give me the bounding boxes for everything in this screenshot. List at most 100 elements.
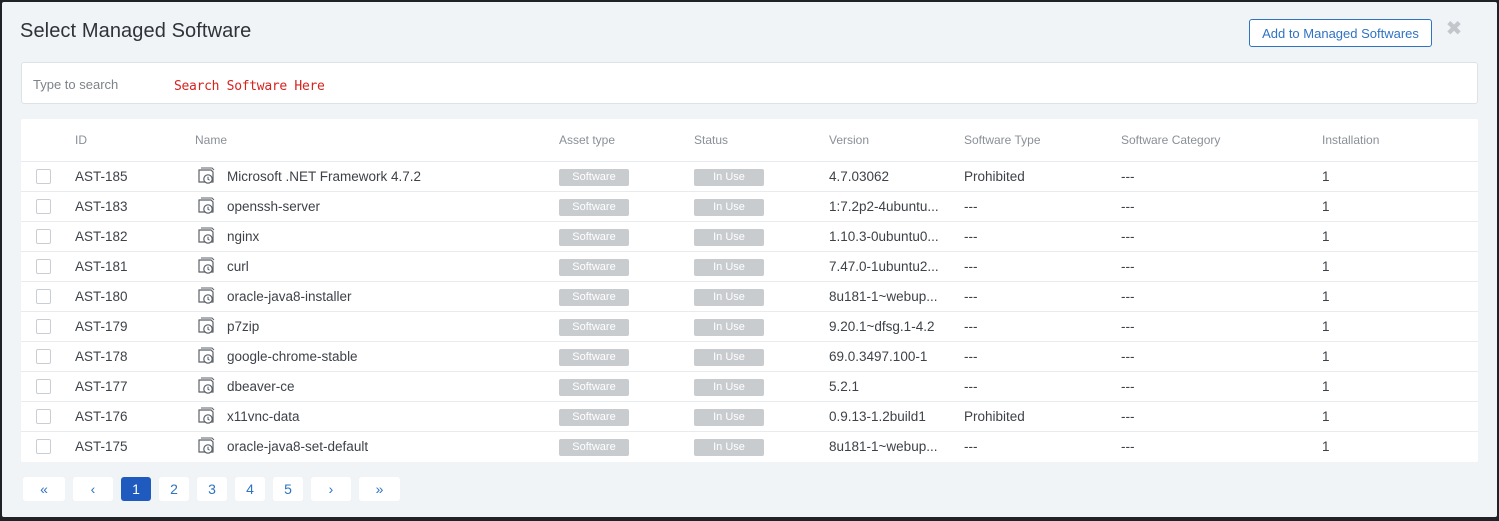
page-button-1[interactable]: 1 (121, 477, 151, 501)
cell-software-category: --- (1121, 191, 1322, 222)
cell-status: In Use (694, 281, 829, 312)
cell-status: In Use (694, 191, 829, 222)
cell-software-category: --- (1121, 439, 1135, 454)
page-button-3[interactable]: 3 (197, 477, 227, 501)
header-status[interactable]: Status (694, 119, 829, 162)
add-to-managed-softwares-button[interactable]: Add to Managed Softwares (1249, 19, 1432, 47)
next-page-button[interactable]: › (311, 477, 351, 501)
header-name[interactable]: Name (195, 119, 559, 162)
row-checkbox[interactable] (36, 289, 51, 305)
asset-type-badge: Software (559, 378, 629, 396)
row-select-cell (21, 281, 75, 312)
status-badge: In Use (694, 288, 764, 306)
cell-id: AST-177 (75, 371, 195, 402)
cell-status: In Use (694, 341, 829, 372)
software-package-icon (195, 166, 217, 187)
row-checkbox[interactable] (36, 229, 51, 245)
cell-version: 8u181-1~webup... (829, 439, 938, 454)
row-checkbox[interactable] (36, 319, 51, 335)
cell-status: In Use (694, 161, 829, 192)
software-name: p7zip (227, 319, 260, 334)
software-name: oracle-java8-installer (227, 289, 352, 304)
cell-asset-type: Software (559, 401, 694, 432)
cell-asset-type: Software (559, 432, 694, 462)
cell-id: AST-183 (75, 191, 195, 222)
cell-installation: 1 (1322, 439, 1330, 454)
cell-name: p7zip (195, 311, 559, 342)
cell-asset-type: Software (559, 281, 694, 312)
software-name: dbeaver-ce (227, 379, 295, 394)
asset-type-badge: Software (559, 168, 629, 186)
search-input[interactable] (31, 73, 165, 95)
table-row[interactable]: AST-175 oracle-java8-set-default Software I… (21, 432, 1478, 462)
table-row[interactable]: AST-176 x11vnc-data Software In Use 0.9.13-1… (21, 401, 1478, 432)
cell-installation: 1 (1322, 401, 1478, 432)
status-badge: In Use (694, 348, 764, 366)
header-version[interactable]: Version (829, 119, 964, 162)
row-checkbox[interactable] (36, 169, 51, 185)
table-row[interactable]: AST-185 Microsoft .NET Framework 4.7.2 Sof… (21, 161, 1478, 192)
cell-asset-type: Software (559, 341, 694, 372)
last-page-button[interactable]: » (359, 477, 400, 501)
cell-software-type: --- (964, 439, 978, 454)
cell-id: AST-185 (75, 161, 195, 192)
header-software-category[interactable]: Software Category (1121, 119, 1322, 162)
table-row[interactable]: AST-181 curl Software In Use 7.47.0-1ubuntu2… (21, 251, 1478, 282)
header-software-type[interactable]: Software Type (964, 119, 1121, 162)
cell-name: nginx (195, 221, 559, 252)
row-checkbox[interactable] (36, 379, 51, 395)
row-checkbox[interactable] (36, 349, 51, 365)
page-button-5[interactable]: 5 (273, 477, 303, 501)
software-table: ID Name Asset type Status Version Softwa… (21, 119, 1478, 462)
cell-status: In Use (694, 221, 829, 252)
row-checkbox[interactable] (36, 199, 51, 215)
software-package-icon (195, 316, 217, 337)
cell-name: curl (195, 251, 559, 282)
header-asset-type[interactable]: Asset type (559, 119, 694, 162)
select-managed-software-modal: Select Managed Software Add to Managed S… (2, 2, 1497, 517)
cell-version: 4.7.03062 (829, 161, 964, 192)
row-select-cell (21, 311, 75, 342)
cell-software-type: --- (964, 221, 1121, 252)
software-package-icon (195, 286, 217, 307)
cell-status: In Use (694, 371, 829, 402)
table-header-row: ID Name Asset type Status Version Softwa… (21, 119, 1478, 162)
cell-name: google-chrome-stable (195, 341, 559, 372)
asset-type-badge: Software (559, 318, 629, 336)
cell-software-category: --- (1121, 311, 1322, 342)
close-icon[interactable]: ✖ (1445, 19, 1463, 39)
cell-installation: 1 (1322, 191, 1478, 222)
cell-asset-type: Software (559, 191, 694, 222)
software-name: openssh-server (227, 199, 321, 214)
table-row[interactable]: AST-183 openssh-server Software In Use 1:7.2… (21, 191, 1478, 222)
asset-type-badge: Software (559, 198, 629, 216)
cell-id: AST-180 (75, 281, 195, 312)
cell-name: oracle-java8-set-default (195, 432, 559, 462)
cell-name: dbeaver-ce (195, 371, 559, 402)
software-name: curl (227, 259, 249, 274)
asset-type-badge: Software (559, 438, 629, 456)
page-button-4[interactable]: 4 (235, 477, 265, 501)
cell-status: In Use (694, 432, 829, 462)
cell-name: x11vnc-data (195, 401, 559, 432)
asset-type-badge: Software (559, 228, 629, 246)
cell-installation: 1 (1322, 281, 1478, 312)
cell-version: 1.10.3-0ubuntu0... (829, 221, 964, 252)
first-page-button[interactable]: « (23, 477, 65, 501)
cell-version: 5.2.1 (829, 371, 964, 402)
row-checkbox[interactable] (36, 409, 51, 425)
previous-page-button[interactable]: ‹ (73, 477, 113, 501)
row-checkbox[interactable] (36, 259, 51, 275)
table-row[interactable]: AST-177 dbeaver-ce Software In Use 5.2.1 --- -… (21, 371, 1478, 402)
header-installation[interactable]: Installation (1322, 119, 1478, 162)
table-row[interactable]: AST-179 p7zip Software In Use 9.20.1~dfsg.1-… (21, 311, 1478, 342)
table-row[interactable]: AST-182 nginx Software In Use 1.10.3-0ubuntu… (21, 221, 1478, 252)
row-select-cell (21, 341, 75, 372)
software-name: x11vnc-data (227, 409, 300, 424)
table-row[interactable]: AST-178 google-chrome-stable Software In Us… (21, 341, 1478, 372)
header-id[interactable]: ID (75, 119, 195, 162)
table-row[interactable]: AST-180 oracle-java8-installer Software In … (21, 281, 1478, 312)
software-name: nginx (227, 229, 260, 244)
row-checkbox[interactable] (36, 439, 51, 455)
page-button-2[interactable]: 2 (159, 477, 189, 501)
